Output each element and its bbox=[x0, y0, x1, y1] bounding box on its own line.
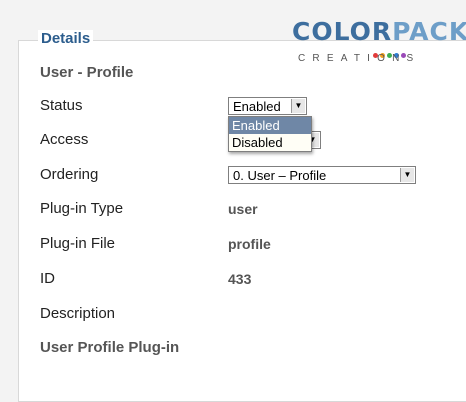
status-option-disabled[interactable]: Disabled bbox=[229, 134, 311, 151]
status-label: Status bbox=[40, 97, 83, 114]
plugin-heading: User - Profile bbox=[40, 64, 134, 81]
details-legend: Details bbox=[38, 30, 94, 47]
description-label: Description bbox=[40, 305, 116, 322]
plugin-type-value: user bbox=[228, 201, 258, 217]
chevron-down-icon[interactable]: ▼ bbox=[400, 168, 414, 182]
logo-dots bbox=[373, 45, 413, 58]
logo-subtitle: CREATIONS bbox=[298, 53, 421, 64]
colorpack-logo: COLORPACK CREATIONS bbox=[292, 17, 466, 66]
ordering-select[interactable]: 0. User – Profile ▼ bbox=[228, 166, 416, 184]
access-label: Access bbox=[40, 131, 89, 148]
description-text: User Profile Plug-in bbox=[40, 339, 180, 356]
status-option-enabled[interactable]: Enabled bbox=[229, 117, 311, 134]
logo-word-color: COLOR bbox=[292, 17, 393, 46]
chevron-down-icon[interactable]: ▼ bbox=[291, 99, 305, 113]
status-select-value: Enabled bbox=[233, 99, 281, 114]
plugin-type-label: Plug-in Type bbox=[40, 200, 124, 217]
ordering-label: Ordering bbox=[40, 166, 99, 183]
id-label: ID bbox=[40, 270, 55, 287]
id-value: 433 bbox=[228, 271, 252, 287]
status-select[interactable]: Enabled ▼ bbox=[228, 97, 307, 115]
plugin-file-label: Plug-in File bbox=[40, 235, 116, 252]
logo-word-pack: PACK bbox=[392, 17, 466, 46]
status-dropdown-list: Enabled Disabled bbox=[228, 116, 312, 152]
plugin-file-value: profile bbox=[228, 236, 271, 252]
ordering-select-value: 0. User – Profile bbox=[233, 168, 327, 183]
